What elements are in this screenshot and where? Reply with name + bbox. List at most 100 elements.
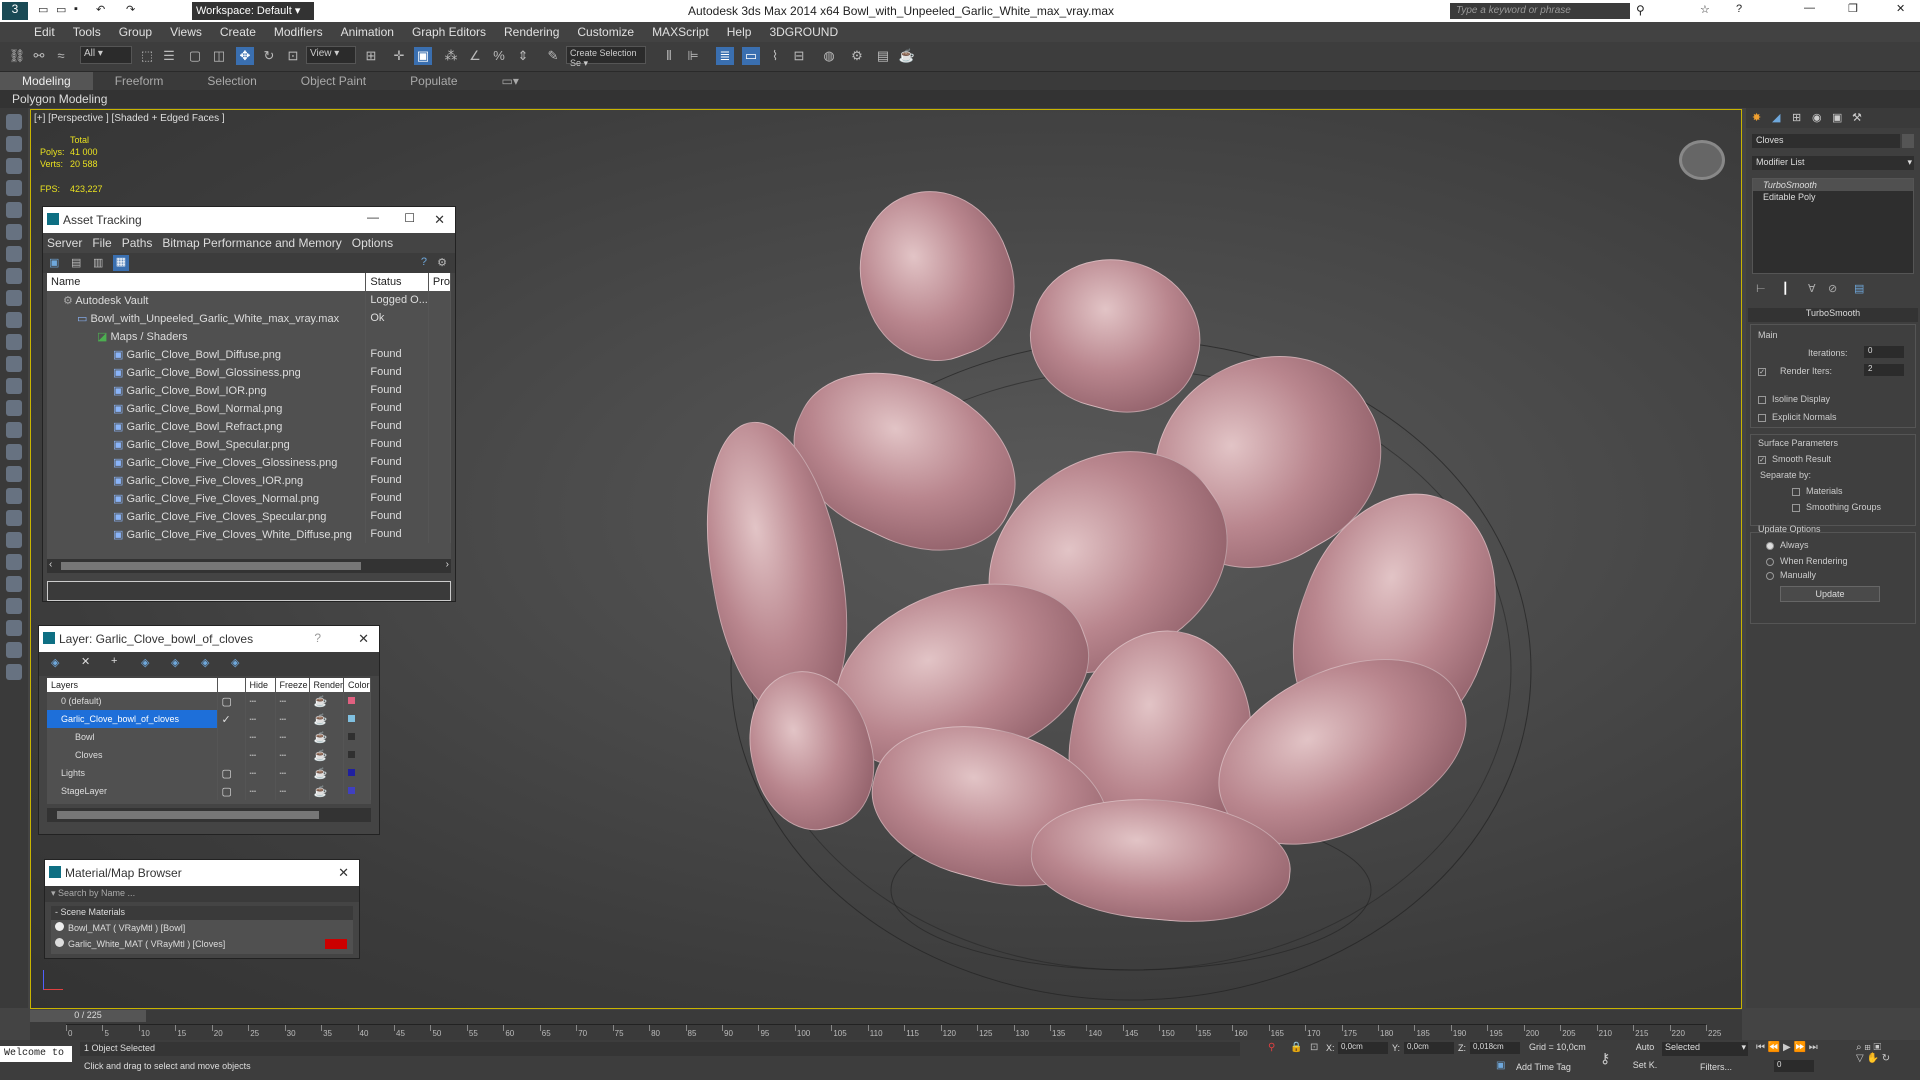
settings-icon[interactable]: ⚙ [437, 256, 447, 269]
render-toggle-icon[interactable]: ☕ [309, 764, 345, 782]
tab-object-paint[interactable]: Object Paint [279, 72, 388, 90]
select-manipulate-icon[interactable]: ✛ [390, 47, 408, 65]
table-row[interactable]: ▣ Garlic_Clove_Bowl_Refract.png Found [47, 417, 451, 435]
layer-color-swatch[interactable] [348, 787, 356, 794]
always-radio[interactable] [1766, 541, 1774, 550]
modifier-list-dropdown[interactable]: Modifier List ▾ [1752, 156, 1914, 170]
render-toggle-icon[interactable]: ☕ [309, 746, 345, 764]
link-icon[interactable]: ⛓ [8, 47, 26, 65]
table-row[interactable]: ◪ Maps / Shaders [47, 327, 451, 345]
add-time-tag[interactable]: Add Time Tag [1516, 1062, 1571, 1072]
tool-icon[interactable] [6, 246, 22, 262]
play-icon[interactable]: ▶ [1783, 1042, 1791, 1053]
save-icon[interactable]: ▪ [74, 3, 78, 15]
menu-animation[interactable]: Animation [341, 25, 394, 39]
curve-editor-icon[interactable]: ⌇ [766, 47, 784, 65]
scrollbar-thumb[interactable] [61, 562, 361, 570]
current-layer-checkbox[interactable]: ▢ [217, 764, 246, 782]
select-object-icon[interactable]: ⬚ [138, 47, 156, 65]
delete-layer-icon[interactable]: ✕ [81, 655, 90, 668]
redo-icon[interactable]: ↷ [126, 3, 135, 16]
zoom-icon[interactable]: ⌕ [1856, 1042, 1862, 1053]
rendered-frame-window-icon[interactable]: ▤ [874, 47, 892, 65]
select-and-rotate-icon[interactable]: ↻ [260, 47, 278, 65]
tool-icon[interactable] [6, 554, 22, 570]
tab-modeling[interactable]: Modeling [0, 72, 93, 90]
when-rendering-radio[interactable] [1766, 557, 1774, 566]
tool-icon[interactable] [6, 400, 22, 416]
search-input[interactable]: Type a keyword or phrase [1450, 3, 1630, 19]
horizontal-scrollbar[interactable]: ‹ › [47, 559, 451, 573]
undo-icon[interactable]: ↶ [96, 3, 105, 16]
select-and-move-icon[interactable]: ✥ [236, 47, 254, 65]
select-and-scale-icon[interactable]: ⊡ [284, 47, 302, 65]
layer-manager-icon[interactable]: ≣ [716, 47, 734, 65]
render-setup-icon[interactable]: ⚙ [848, 47, 866, 65]
binoculars-icon[interactable]: ⚲ [1636, 3, 1645, 17]
refresh-icon[interactable]: ▣ [49, 256, 59, 269]
column-color[interactable]: Color [343, 678, 371, 692]
set-key-button[interactable]: Set K. [1630, 1060, 1660, 1074]
orbit-icon[interactable]: ↻ [1882, 1053, 1890, 1064]
material-browser-header[interactable]: Material/Map Browser ✕ [45, 860, 359, 886]
go-to-start-icon[interactable]: ⏮ [1756, 1042, 1765, 1053]
object-name-field[interactable]: Cloves [1752, 134, 1900, 148]
table-row[interactable]: ▣ Garlic_Clove_Five_Cloves_Specular.png F… [47, 507, 451, 525]
render-iters-spinner[interactable]: 2 [1864, 364, 1904, 376]
table-row[interactable]: ▣ Garlic_Clove_Five_Cloves_White_Diffuse… [47, 525, 451, 543]
tool-icon[interactable] [6, 268, 22, 284]
table-row[interactable]: ▣ Garlic_Clove_Bowl_Glossiness.png Found [47, 363, 451, 381]
isoline-checkbox[interactable] [1758, 395, 1766, 404]
absolute-mode-icon[interactable]: ⊡ [1310, 1042, 1318, 1053]
table-row[interactable]: ⚙ Autodesk Vault Logged O... [47, 291, 451, 309]
menu-graph-editors[interactable]: Graph Editors [412, 25, 486, 39]
table-row[interactable]: ▣ Garlic_Clove_Bowl_Diffuse.png Found [47, 345, 451, 363]
menu-bitmap-performance[interactable]: Bitmap Performance and Memory [162, 236, 341, 250]
table-row[interactable]: ▣ Garlic_Clove_Bowl_Specular.png Found [47, 435, 451, 453]
layer-color-swatch[interactable] [348, 697, 356, 704]
x-coordinate-field[interactable]: 0,0cm [1338, 1042, 1388, 1054]
smooth-result-checkbox[interactable]: ✓ [1758, 455, 1766, 464]
menu-3dground[interactable]: 3DGROUND [769, 25, 838, 39]
manually-radio[interactable] [1766, 571, 1774, 580]
table-row[interactable]: ▣ Garlic_Clove_Bowl_Normal.png Found [47, 399, 451, 417]
field-of-view-icon[interactable]: ▽ [1856, 1053, 1864, 1064]
time-slider[interactable]: 0 / 225 0 5 10 15 20 25 30 35 40 45 50 55 60 65 70 75 80… [30, 1010, 1742, 1040]
horizontal-scrollbar[interactable] [47, 808, 371, 822]
table-row[interactable]: ▣ Garlic_Clove_Five_Cloves_Normal.png Fou… [47, 489, 451, 507]
menu-views[interactable]: Views [170, 25, 202, 39]
edit-named-selection-icon[interactable]: ✎ [544, 47, 562, 65]
graphite-tools-icon[interactable]: ▭ [742, 47, 760, 65]
go-to-end-icon[interactable]: ⏭ [1809, 1042, 1818, 1053]
material-search-input[interactable]: ▾ Search by Name ... [45, 886, 359, 902]
stack-item-editable-poly[interactable]: Editable Poly [1753, 191, 1913, 203]
named-selection-dropdown[interactable]: Create Selection Se ▾ [566, 46, 646, 68]
column-render[interactable]: Render [309, 678, 345, 692]
minimize-icon[interactable]: — [1804, 2, 1815, 14]
tool-icon[interactable] [6, 444, 22, 460]
auto-key-button[interactable]: Auto [1630, 1042, 1660, 1056]
menu-options[interactable]: Options [352, 236, 393, 250]
pin-stack-icon[interactable]: ⊢ [1756, 282, 1766, 295]
unlink-icon[interactable]: ⚯ [30, 47, 48, 65]
help-icon[interactable]: ? [421, 256, 427, 268]
spinner-snap-icon[interactable]: ⇕ [514, 47, 532, 65]
select-by-name-icon[interactable]: ☰ [160, 47, 178, 65]
pivot-center-icon[interactable]: ⊞ [362, 47, 380, 65]
hide-all-icon[interactable]: ◈ [201, 656, 209, 669]
current-layer-checkbox[interactable]: ▢ [217, 782, 246, 800]
tool-icon[interactable] [6, 576, 22, 592]
viewcube-icon[interactable] [1679, 140, 1725, 180]
table-row[interactable]: ▭ Bowl_with_Unpeeled_Garlic_White_max_vr… [47, 309, 451, 327]
column-hide[interactable]: Hide [245, 678, 276, 692]
rectangular-selection-icon[interactable]: ▢ [186, 47, 204, 65]
layer-row[interactable]: Lights ▢ ┄ ┄ ☕ [47, 764, 371, 782]
layer-manager-header[interactable]: Layer: Garlic_Clove_bowl_of_cloves? ✕ [39, 626, 379, 652]
menu-help[interactable]: Help [727, 25, 752, 39]
angle-snap-icon[interactable]: ∠ [466, 47, 484, 65]
maximize-icon[interactable]: ☐ [404, 211, 415, 225]
window-crossing-icon[interactable]: ◫ [210, 47, 228, 65]
table-view-icon[interactable]: ▦ [113, 255, 129, 271]
smoothing-groups-checkbox[interactable] [1792, 503, 1800, 512]
menu-edit[interactable]: Edit [34, 25, 55, 39]
